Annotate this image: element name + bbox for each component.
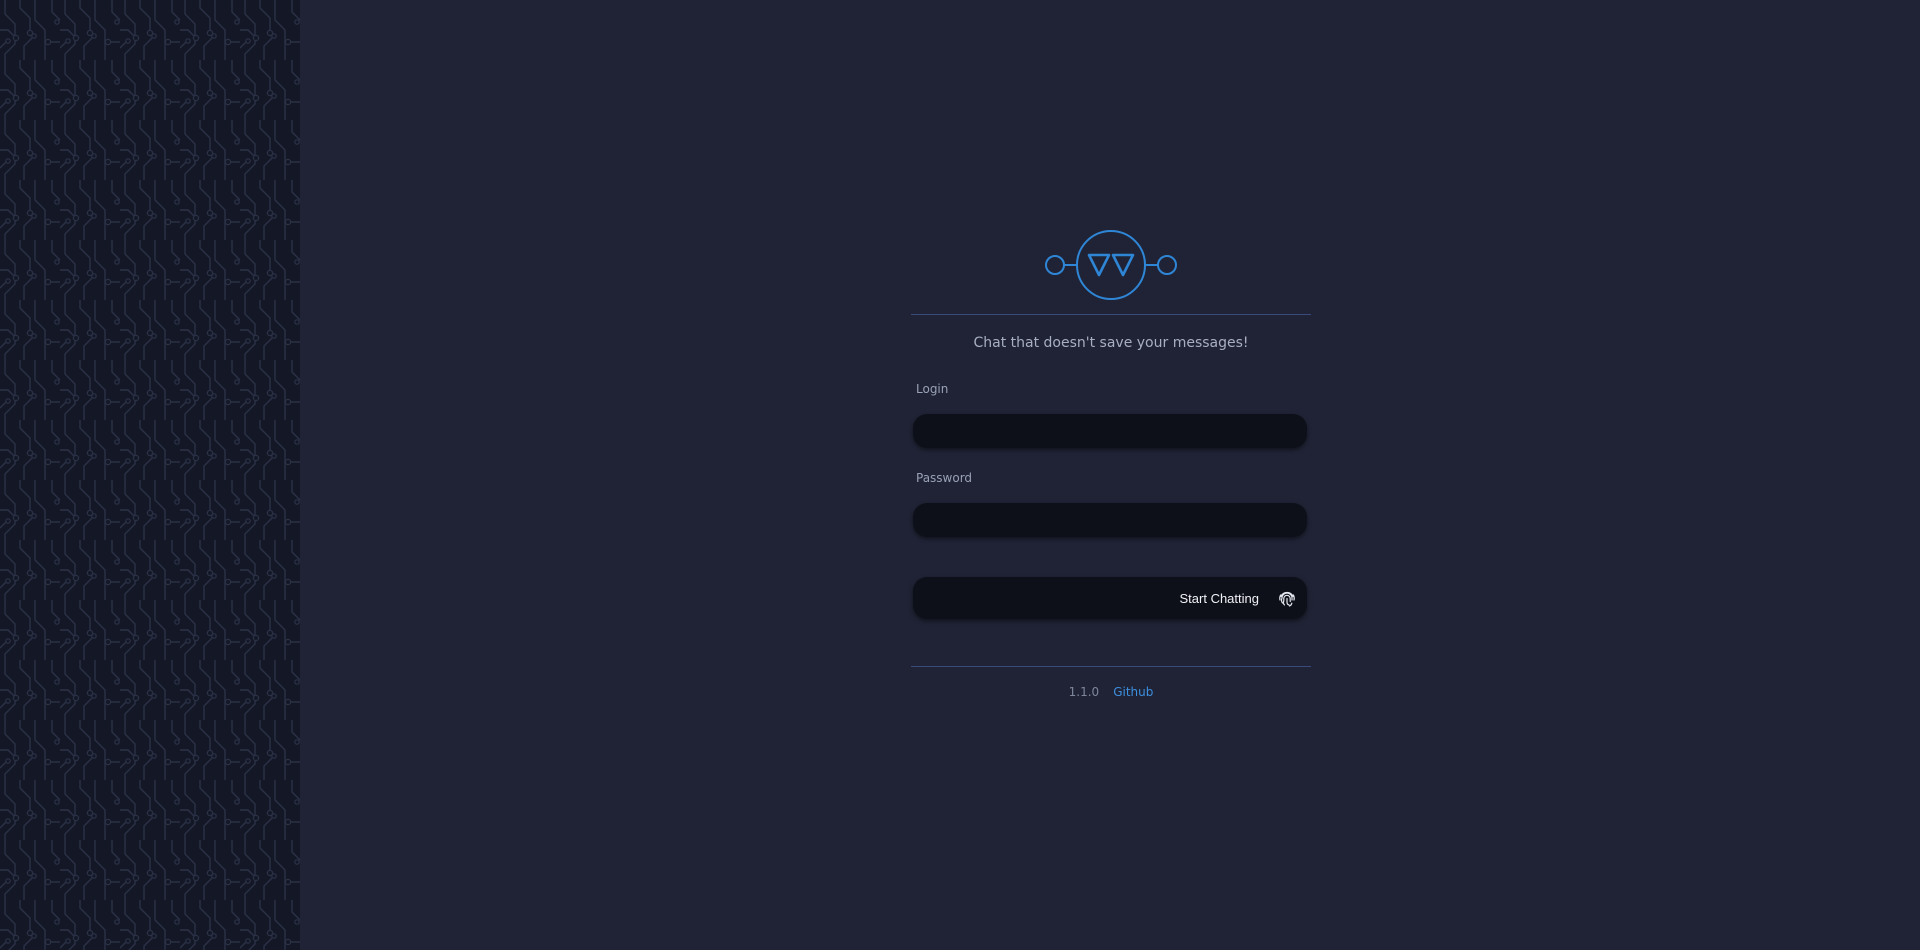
- logo: [911, 228, 1311, 302]
- version-label: 1.1.0: [1068, 685, 1100, 699]
- password-input[interactable]: [913, 503, 1307, 537]
- login-input[interactable]: [913, 414, 1307, 448]
- password-label: Password: [916, 471, 973, 485]
- start-chatting-label: Start Chatting: [1179, 590, 1260, 606]
- top-divider: [911, 314, 1311, 315]
- login-label: Login: [916, 382, 949, 396]
- github-link[interactable]: Github: [1113, 685, 1153, 699]
- start-chatting-button[interactable]: Start Chatting: [913, 577, 1307, 619]
- fingerprint-icon: [1277, 588, 1297, 608]
- circuit-pattern-icon: [0, 0, 300, 950]
- bottom-divider: [911, 666, 1311, 667]
- circuit-decoration-panel: [0, 0, 300, 950]
- main-area: Chat that doesn't save your messages! Lo…: [300, 0, 1920, 950]
- chat-logo-icon: [1045, 230, 1177, 300]
- login-card: Chat that doesn't save your messages! Lo…: [911, 228, 1311, 701]
- tagline: Chat that doesn't save your messages!: [973, 335, 1249, 351]
- login-page: Chat that doesn't save your messages! Lo…: [0, 0, 1920, 950]
- footer: 1.1.0 Github: [911, 683, 1311, 701]
